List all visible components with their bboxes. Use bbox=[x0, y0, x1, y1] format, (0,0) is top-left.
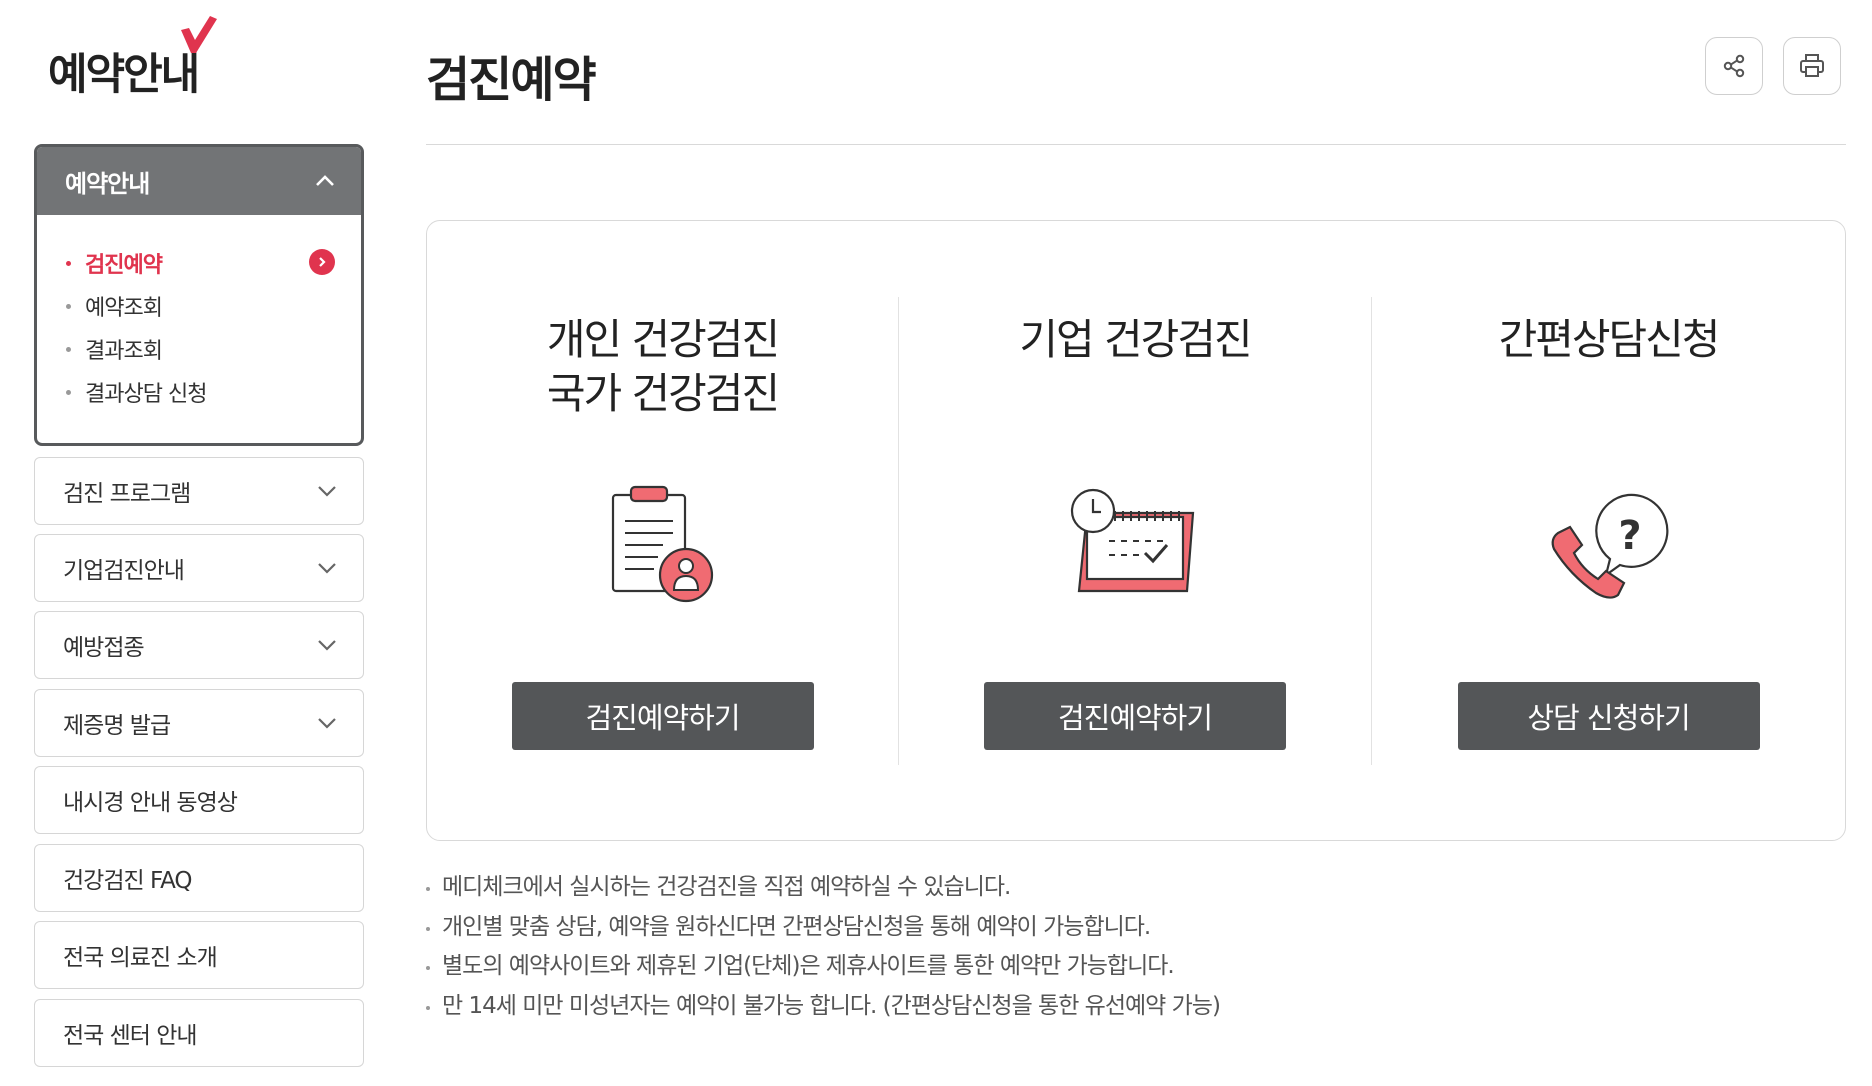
sidebar-menu-corporate-checkup[interactable]: 기업검진안내 bbox=[34, 534, 364, 602]
sidebar-menu-certificates[interactable]: 제증명 발급 bbox=[34, 689, 364, 757]
reservation-options-card: 개인 건강검진 국가 건강검진 검진예약하기 기업 건강검진 검진예약하기 간편… bbox=[426, 220, 1846, 841]
sidebar-section-title: 예약안내 bbox=[65, 169, 150, 198]
sidebar-section-reservation: 예약안내 검진예약 예약조회 결과조회 결과상담 신청 bbox=[34, 144, 364, 446]
bullet-icon bbox=[66, 261, 71, 266]
option-title: 기업 건강검진 bbox=[1019, 315, 1252, 364]
option-title: 개인 건강검진 국가 건강검진 bbox=[546, 315, 780, 418]
sidebar-menu-doctors[interactable]: 전국 의료진 소개 bbox=[34, 921, 364, 989]
sidebar-menu-label: 건강검진 FAQ bbox=[63, 868, 193, 894]
logo-text: 예약안내 bbox=[48, 50, 200, 100]
sidebar-menu-label: 내시경 안내 동영상 bbox=[63, 790, 238, 816]
sidebar-item-label: 검진예약 bbox=[85, 252, 163, 278]
notice-list: 메디체크에서 실시하는 건강검진을 직접 예약하실 수 있습니다. 개인별 맞춤… bbox=[426, 868, 1221, 1027]
sidebar-item-result-lookup[interactable]: 결과조회 bbox=[37, 327, 361, 370]
sidebar-menu-label: 전국 센터 안내 bbox=[63, 1023, 198, 1049]
chevron-down-icon bbox=[318, 718, 336, 729]
sidebar-menu-vaccination[interactable]: 예방접종 bbox=[34, 611, 364, 679]
share-icon bbox=[1723, 54, 1745, 78]
sidebar-menu-faq[interactable]: 건강검진 FAQ bbox=[34, 844, 364, 912]
sidebar-item-label: 결과조회 bbox=[85, 338, 163, 364]
sidebar-menu-label: 예방접종 bbox=[63, 635, 145, 661]
sidebar-menu-endoscopy-video[interactable]: 내시경 안내 동영상 bbox=[34, 766, 364, 834]
print-icon bbox=[1800, 54, 1824, 77]
clipboard-person-icon bbox=[611, 485, 713, 603]
chevron-right-circle-icon bbox=[309, 249, 335, 275]
notice-item: 만 14세 미만 미성년자는 예약이 불가능 합니다. (간편상담신청을 통한 … bbox=[426, 987, 1221, 1027]
page-title: 검진예약 bbox=[426, 52, 597, 108]
sidebar-menu-centers[interactable]: 전국 센터 안내 bbox=[34, 999, 364, 1067]
sidebar-item-checkup-reservation[interactable]: 검진예약 bbox=[37, 241, 361, 284]
notice-item: 메디체크에서 실시하는 건강검진을 직접 예약하실 수 있습니다. bbox=[426, 868, 1220, 908]
notice-item: 개인별 맞춤 상담, 예약을 원하신다면 간편상담신청을 통해 예약이 가능합니… bbox=[426, 908, 1220, 948]
sidebar-menu-label: 전국 의료진 소개 bbox=[63, 945, 218, 971]
calendar-clock-icon bbox=[1070, 488, 1195, 593]
option-corporate-checkup: 기업 건강검진 검진예약하기 bbox=[899, 221, 1371, 840]
sidebar-sub-list: 검진예약 예약조회 결과조회 결과상담 신청 bbox=[37, 215, 361, 413]
sidebar-menu-label: 제증명 발급 bbox=[63, 713, 171, 739]
sidebar-item-result-consultation[interactable]: 결과상담 신청 bbox=[37, 370, 361, 413]
chevron-up-icon bbox=[316, 175, 334, 186]
share-button[interactable] bbox=[1705, 37, 1763, 95]
sidebar-menu-checkup-program[interactable]: 검진 프로그램 bbox=[34, 457, 364, 525]
bullet-icon bbox=[66, 390, 71, 395]
consultation-request-button[interactable]: 상담 신청하기 bbox=[1457, 682, 1760, 750]
bullet-icon bbox=[66, 347, 71, 352]
chevron-down-icon bbox=[318, 563, 336, 574]
option-title: 간편상담신청 bbox=[1498, 315, 1721, 364]
phone-question-icon: ? bbox=[1551, 493, 1668, 599]
sidebar-item-reservation-lookup[interactable]: 예약조회 bbox=[37, 284, 361, 327]
checkmark-icon bbox=[181, 16, 217, 53]
bullet-icon bbox=[66, 304, 71, 309]
chevron-down-icon bbox=[318, 486, 336, 497]
site-logo[interactable]: 예약안내 bbox=[48, 16, 217, 102]
sidebar-menu-label: 검진 프로그램 bbox=[63, 481, 191, 507]
chevron-down-icon bbox=[318, 640, 336, 651]
sidebar-item-label: 결과상담 신청 bbox=[85, 381, 207, 407]
option-individual-checkup: 개인 건강검진 국가 건강검진 검진예약하기 bbox=[427, 221, 898, 840]
option-quick-consultation: 간편상담신청 ? 상담 신청하기 bbox=[1372, 221, 1845, 840]
corporate-reserve-button[interactable]: 검진예약하기 bbox=[984, 682, 1286, 750]
sidebar-section-header[interactable]: 예약안내 bbox=[37, 147, 361, 215]
sidebar-menu-label: 기업검진안내 bbox=[63, 558, 185, 584]
title-divider bbox=[426, 144, 1846, 145]
sidebar-item-label: 예약조회 bbox=[85, 295, 163, 321]
notice-item: 별도의 예약사이트와 제휴된 기업(단체)은 제휴사이트를 통한 예약만 가능합… bbox=[426, 947, 1220, 987]
print-button[interactable] bbox=[1783, 37, 1841, 95]
individual-reserve-button[interactable]: 검진예약하기 bbox=[511, 682, 814, 750]
svg-text:?: ? bbox=[1618, 513, 1641, 559]
